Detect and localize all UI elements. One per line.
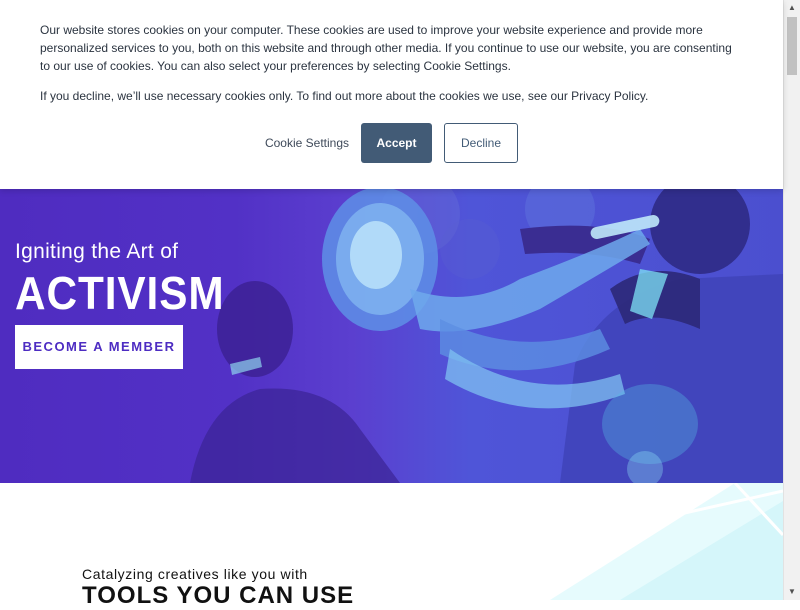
scrollbar-thumb[interactable] [787, 17, 797, 75]
cookie-decline-info-text: If you decline, we’ll use necessary cook… [40, 89, 649, 103]
cookie-banner: Our website stores cookies on your compu… [0, 0, 783, 189]
scroll-up-arrow-icon[interactable]: ▲ [784, 0, 800, 16]
become-member-button[interactable]: BECOME A MEMBER [15, 325, 183, 369]
hero-banner: Igniting the Art of ACTIVISM BECOME A ME… [0, 189, 783, 483]
cookie-settings-button[interactable]: Cookie Settings [257, 123, 357, 163]
section-tagline: Catalyzing creatives like you with [82, 566, 308, 582]
cookie-actions: Cookie Settings Accept Decline [0, 123, 783, 163]
cookie-notice-text: Our website stores cookies on your compu… [40, 23, 732, 73]
hero-title: ACTIVISM [15, 267, 225, 319]
scroll-down-arrow-icon[interactable]: ▼ [784, 584, 800, 600]
hero-kicker-text: Igniting the Art of [15, 240, 179, 263]
section-title: TOOLS YOU CAN USE [82, 582, 355, 609]
decline-cookies-button[interactable]: Decline [444, 123, 518, 163]
vertical-scrollbar[interactable]: ▲ ▼ [783, 0, 800, 600]
accept-cookies-button[interactable]: Accept [361, 123, 432, 163]
decorative-triangles [550, 483, 783, 600]
